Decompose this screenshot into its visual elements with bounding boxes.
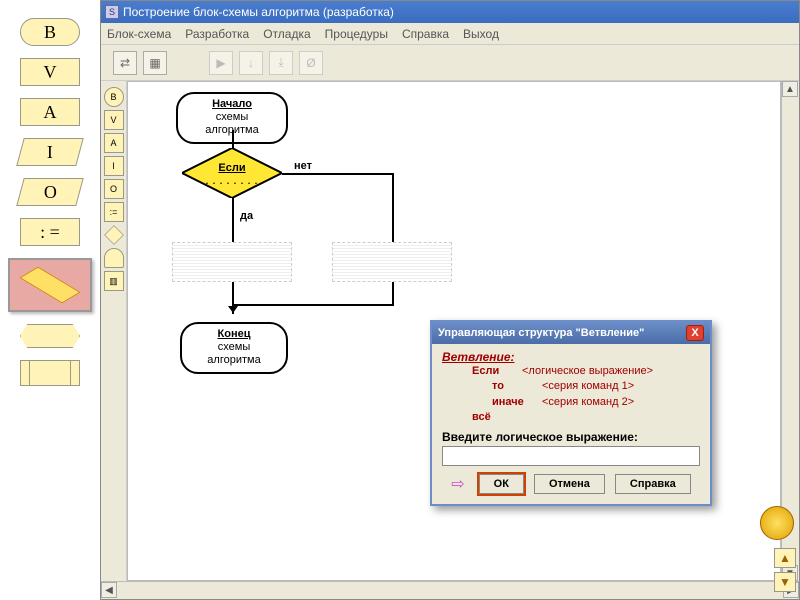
palette-input[interactable]: I — [16, 138, 84, 166]
palette-begin[interactable]: B — [20, 18, 80, 46]
menubar: Блок-схема Разработка Отладка Процедуры … — [101, 23, 799, 45]
menu-develop[interactable]: Разработка — [185, 27, 249, 41]
tool-insert-icon[interactable]: ⇄ — [113, 51, 137, 75]
external-palette: B V A I O : = — [0, 0, 100, 600]
side-loop-icon[interactable] — [104, 248, 124, 268]
tool-stepdown-icon[interactable]: ↓ — [239, 51, 263, 75]
pointer-icon: ⇨ — [451, 474, 464, 494]
palette-var[interactable]: V — [20, 58, 80, 86]
side-sub-icon[interactable]: ▥ — [104, 271, 124, 291]
branch-dialog: Управляющая структура "Ветвление" X Ветв… — [430, 320, 712, 506]
dialog-close-button[interactable]: X — [686, 325, 704, 341]
side-var-icon[interactable]: V — [104, 110, 124, 130]
ok-button[interactable]: ОК — [479, 474, 524, 494]
side-input-icon[interactable]: I — [104, 156, 124, 176]
palette-decision-selected[interactable] — [8, 258, 92, 312]
help-button[interactable]: Справка — [615, 474, 691, 494]
scroll-up-icon[interactable]: ▲ — [782, 81, 798, 97]
side-decision-icon[interactable] — [104, 225, 124, 245]
tool-play-icon[interactable]: ▶ — [209, 51, 233, 75]
label-yes: да — [240, 210, 253, 222]
cancel-button[interactable]: Отмена — [534, 474, 605, 494]
nav-up-icon[interactable]: ▲ — [774, 548, 796, 568]
menu-debug[interactable]: Отладка — [263, 27, 310, 41]
palette-output[interactable]: O — [16, 178, 84, 206]
expression-input[interactable] — [442, 446, 700, 466]
nav-down-icon[interactable]: ▼ — [774, 572, 796, 592]
tool-stop-icon[interactable]: Ø — [299, 51, 323, 75]
app-icon: S — [105, 5, 119, 19]
menu-exit[interactable]: Выход — [463, 27, 499, 41]
toolbar: ⇄ ▦ ▶ ↓ ⤓ Ø — [101, 45, 799, 81]
scroll-left-icon[interactable]: ◀ — [101, 582, 117, 598]
placeholder-else[interactable] — [332, 242, 452, 282]
smiley-icon — [760, 506, 794, 540]
dialog-titlebar: Управляющая структура "Ветвление" X — [432, 322, 710, 344]
vertical-scrollbar[interactable]: ▲ ▼ — [781, 81, 799, 581]
side-begin-icon[interactable]: B — [104, 87, 124, 107]
palette-assign[interactable]: : = — [20, 218, 80, 246]
palette-action[interactable]: A — [20, 98, 80, 126]
label-no: нет — [294, 160, 312, 172]
tool-stepinto-icon[interactable]: ⤓ — [269, 51, 293, 75]
side-output-icon[interactable]: O — [104, 179, 124, 199]
palette-loop[interactable] — [20, 324, 80, 348]
menu-help[interactable]: Справка — [402, 27, 449, 41]
tool-chart-icon[interactable]: ▦ — [143, 51, 167, 75]
titlebar: S Построение блок-схемы алгоритма (разра… — [101, 1, 799, 23]
menu-blockscheme[interactable]: Блок-схема — [107, 27, 171, 41]
menu-procedures[interactable]: Процедуры — [325, 27, 388, 41]
side-toolbar: B V A I O := ▥ — [101, 81, 127, 581]
app-window: S Построение блок-схемы алгоритма (разра… — [100, 0, 800, 600]
window-title: Построение блок-схемы алгоритма (разрабо… — [123, 5, 394, 19]
node-end[interactable]: Конец схемы алгоритма — [180, 322, 288, 374]
side-action-icon[interactable]: A — [104, 133, 124, 153]
side-assign-icon[interactable]: := — [104, 202, 124, 222]
dialog-heading: Ветвление: — [442, 350, 700, 364]
node-decision[interactable]: Если . . . . . . . . — [182, 148, 282, 198]
placeholder-then[interactable] — [172, 242, 292, 282]
dialog-prompt: Введите логическое выражение: — [442, 430, 700, 444]
palette-subroutine[interactable] — [20, 360, 80, 386]
horizontal-scrollbar[interactable]: ◀ ▶ — [101, 581, 799, 599]
